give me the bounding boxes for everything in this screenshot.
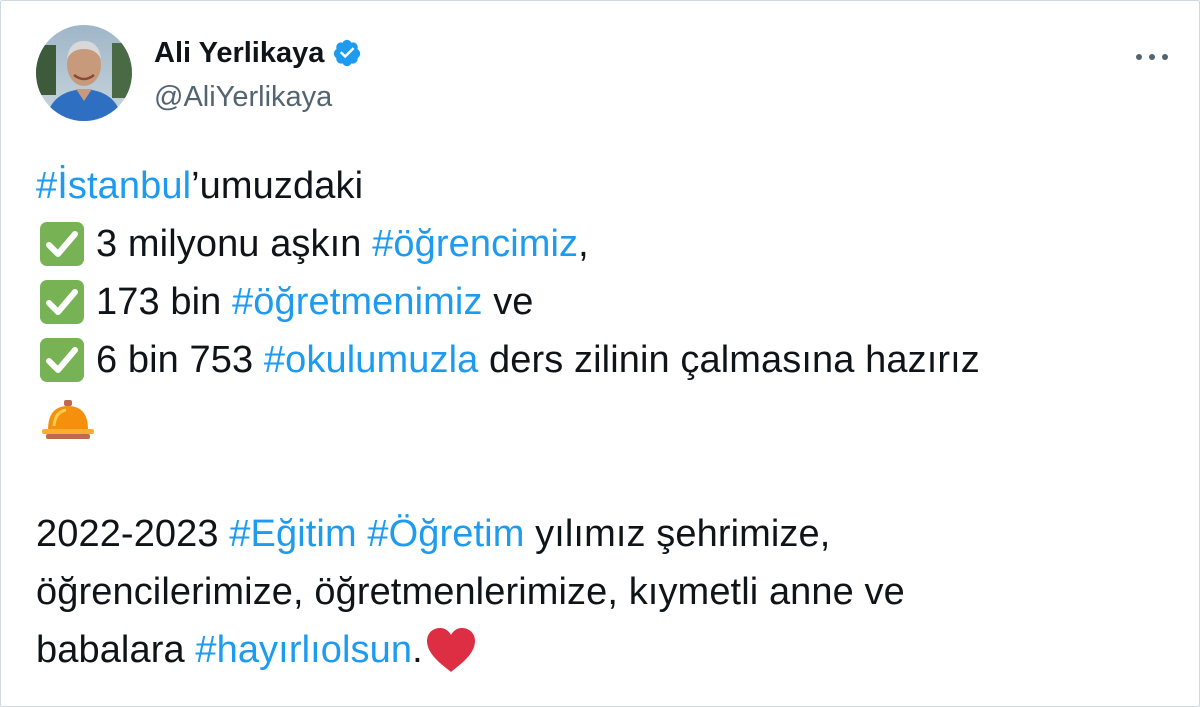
check-mark-button-emoji	[40, 280, 84, 324]
tweet-line-3: 173 bin #öğretmenimiz ve	[36, 273, 1176, 331]
tweet-line-8: babalara #hayırlıolsun.	[36, 621, 1176, 679]
author-avatar[interactable]	[36, 25, 132, 121]
tweet-text-span: ’umuzdaki	[191, 165, 364, 207]
tweet-line-4: 6 bin 753 #okulumuzla ders zilinin çalma…	[36, 331, 1176, 389]
author-handle[interactable]: @AliYerlikaya	[154, 79, 332, 115]
hashtag-ogretim[interactable]: #Öğretim	[367, 505, 524, 563]
tweet-text-span: ve	[482, 281, 534, 323]
tweet-line-2: 3 milyonu aşkın #öğrencimiz,	[36, 215, 1176, 273]
check-mark-button-emoji	[40, 338, 84, 382]
check-mark-button-emoji	[40, 222, 84, 266]
tweet-text-span: 2022-2023	[36, 513, 230, 555]
tweet-card: Ali Yerlikaya @AliYerlikaya #İstanbul’um…	[0, 0, 1200, 707]
tweet-text-span: ders zilinin çalmasına hazırız	[478, 339, 980, 381]
verified-badge-icon	[334, 39, 361, 67]
tweet-text-span: öğrencilerimize, öğretmenlerimize, kıyme…	[36, 571, 905, 613]
author-name-row: Ali Yerlikaya	[154, 35, 362, 71]
tweet-line-5	[36, 389, 1176, 447]
tweet-text-span: yılımız şehrimize,	[524, 513, 831, 555]
hashtag-okulumuzla[interactable]: #okulumuzla	[264, 331, 478, 389]
author-display-name[interactable]: Ali Yerlikaya	[154, 35, 324, 71]
hashtag-ogrencimiz[interactable]: #öğrencimiz	[372, 215, 578, 273]
tweet-line-1: #İstanbul’umuzdaki	[36, 157, 1176, 215]
tweet-text-span: 3 milyonu aşkın	[96, 223, 373, 265]
hashtag-istanbul[interactable]: #İstanbul	[36, 157, 191, 215]
tweet-text: #İstanbul’umuzdaki 3 milyonu aşkın #öğre…	[36, 157, 1176, 679]
profile-photo	[36, 25, 132, 121]
hashtag-ogretmenimiz[interactable]: #öğretmenimiz	[232, 273, 483, 331]
more-horizontal-icon	[1136, 54, 1168, 60]
bellhop-bell-emoji	[42, 400, 94, 439]
tweet-text-span: babalara	[36, 629, 196, 671]
tweet-text-span: 6 bin 753	[96, 339, 264, 381]
hashtag-egitim[interactable]: #Eğitim	[229, 505, 356, 563]
tweet-line-7: öğrencilerimize, öğretmenlerimize, kıyme…	[36, 563, 1176, 621]
hashtag-hayirliolsun[interactable]: #hayırlıolsun	[195, 621, 412, 679]
more-options-button[interactable]	[1129, 39, 1175, 75]
red-heart-emoji	[426, 628, 475, 672]
tweet-text-span: ,	[578, 223, 589, 265]
tweet-text-span: 173 bin	[96, 281, 233, 323]
tweet-text-span: .	[412, 629, 423, 671]
tweet-line-6: 2022-2023 #Eğitim #Öğretim yılımız şehri…	[36, 505, 1176, 563]
